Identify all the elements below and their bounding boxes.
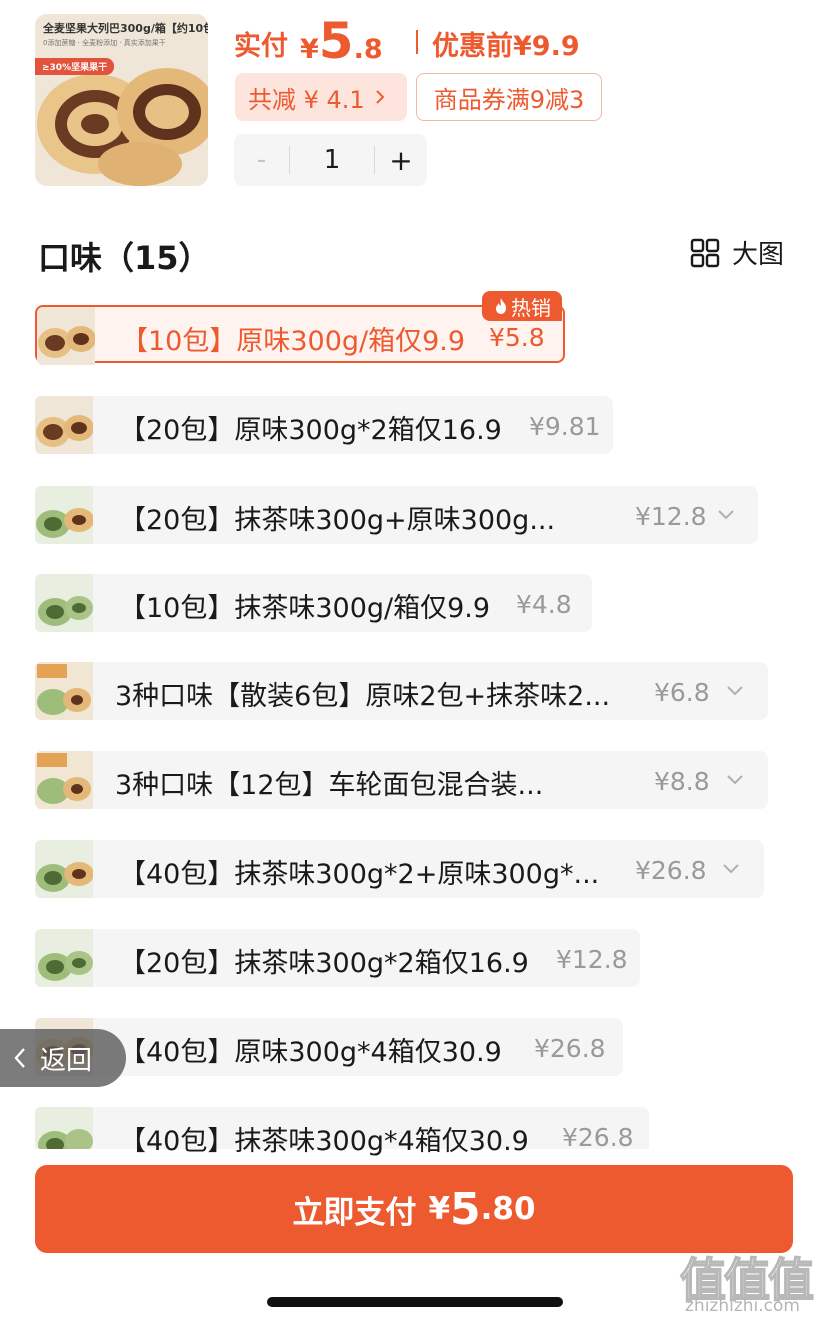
option-thumb: [37, 307, 95, 365]
option-price: ¥4.8: [516, 590, 572, 619]
chevron-down-icon[interactable]: [724, 680, 746, 702]
option-price: ¥12.8: [556, 945, 628, 974]
hot-sale-label: 热销: [511, 295, 551, 320]
flavor-option-2[interactable]: 【20包】抹茶味300g+原味300g... ¥12.8: [35, 486, 758, 544]
decrease-button[interactable]: -: [234, 145, 289, 175]
pay-now-label: 立即支付: [292, 1194, 417, 1231]
option-price: ¥6.8: [654, 678, 710, 707]
flavor-option-3[interactable]: 【10包】抹茶味300g/箱仅9.9 ¥4.8: [35, 574, 592, 632]
quantity-value[interactable]: 1: [290, 145, 374, 175]
option-price: ¥5.8: [489, 323, 545, 352]
pay-label: 实付: [234, 31, 288, 62]
option-name: 【10包】抹茶味300g/箱仅9.9: [119, 593, 491, 624]
discount-label: 共减 ¥ 4.1: [248, 85, 365, 114]
chevron-left-icon: [14, 1048, 25, 1068]
option-thumb: [35, 1107, 93, 1149]
quantity-stepper[interactable]: - 1 +: [234, 134, 427, 186]
hot-sale-badge: 热销: [482, 291, 562, 321]
flavor-option-7[interactable]: 【20包】抹茶味300g*2箱仅16.9 ¥12.8: [35, 929, 640, 987]
option-thumb: [35, 840, 93, 898]
pay-price: ¥5.8: [300, 12, 383, 70]
flame-icon: [496, 298, 506, 314]
back-label: 返回: [40, 1045, 93, 1076]
option-name: 【40包】抹茶味300g*2+原味300g*...: [119, 859, 600, 890]
coupon-badge[interactable]: 商品券满9减3: [416, 73, 602, 121]
chevron-down-icon[interactable]: [715, 504, 737, 526]
thumb-promo-badge: ≥30%坚果果干: [35, 58, 115, 75]
big-view-label: 大图: [732, 240, 785, 270]
option-thumb: [35, 574, 93, 632]
option-price: ¥26.8: [635, 856, 707, 885]
option-name: 【20包】原味300g*2箱仅16.9: [119, 415, 502, 446]
pay-now-button[interactable]: 立即支付 ¥5.80: [35, 1165, 793, 1253]
flavor-option-5[interactable]: 3种口味【12包】车轮面包混合装... ¥8.8: [35, 751, 768, 809]
option-price: ¥26.8: [534, 1034, 606, 1063]
option-price: ¥26.8: [562, 1123, 634, 1152]
original-price: 优惠前¥9.9: [432, 31, 580, 62]
grid-icon: [690, 238, 720, 267]
option-name: 3种口味【散装6包】原味2包+抹茶味2...: [115, 681, 611, 712]
back-button[interactable]: 返回: [0, 1029, 126, 1087]
chevron-down-icon[interactable]: [720, 858, 742, 880]
chevron-right-icon: [375, 90, 385, 104]
option-thumb: [35, 662, 93, 720]
option-name: 【20包】抹茶味300g*2箱仅16.9: [119, 948, 529, 979]
product-thumbnail[interactable]: 全麦坚果大列巴300g/箱【约10包】 0添加蔗糖 · 全麦粉添加 · 真实添加…: [35, 14, 208, 186]
option-price: ¥8.8: [654, 767, 710, 796]
price-divider: [416, 30, 418, 54]
option-name: 3种口味【12包】车轮面包混合装...: [115, 770, 544, 801]
thumb-title: 全麦坚果大列巴300g/箱【约10包】: [43, 22, 208, 35]
thumb-tags: 0添加蔗糖 · 全麦粉添加 · 真实添加果干: [43, 39, 166, 47]
increase-button[interactable]: +: [375, 144, 427, 177]
discount-detail-button[interactable]: 共减 ¥ 4.1: [235, 73, 407, 121]
big-view-toggle[interactable]: 大图: [690, 234, 784, 271]
option-price: ¥12.8: [635, 502, 707, 531]
option-name: 【10包】原味300g/箱仅9.9: [121, 326, 466, 357]
flavor-option-4[interactable]: 3种口味【散装6包】原味2包+抹茶味2... ¥6.8: [35, 662, 768, 720]
watermark-url: zhizhizhi.com: [685, 1296, 800, 1316]
option-thumb: [35, 486, 93, 544]
chevron-down-icon[interactable]: [724, 769, 746, 791]
option-name: 【40包】抹茶味300g*4箱仅30.9: [119, 1126, 529, 1157]
flavor-option-9[interactable]: 【40包】抹茶味300g*4箱仅30.9 ¥26.8: [35, 1107, 649, 1157]
option-name: 【40包】原味300g*4箱仅30.9: [119, 1037, 502, 1068]
flavor-option-1[interactable]: 【20包】原味300g*2箱仅16.9 ¥9.81: [35, 396, 613, 454]
option-name: 【20包】抹茶味300g+原味300g...: [119, 505, 556, 536]
option-thumb: [35, 929, 93, 987]
flavor-option-6[interactable]: 【40包】抹茶味300g*2+原味300g*... ¥26.8: [35, 840, 764, 898]
option-thumb: [35, 751, 93, 809]
home-indicator[interactable]: [267, 1297, 563, 1307]
flavor-section-title: 口味（15）: [38, 239, 211, 277]
option-thumb: [35, 396, 93, 454]
option-price: ¥9.81: [529, 412, 601, 441]
